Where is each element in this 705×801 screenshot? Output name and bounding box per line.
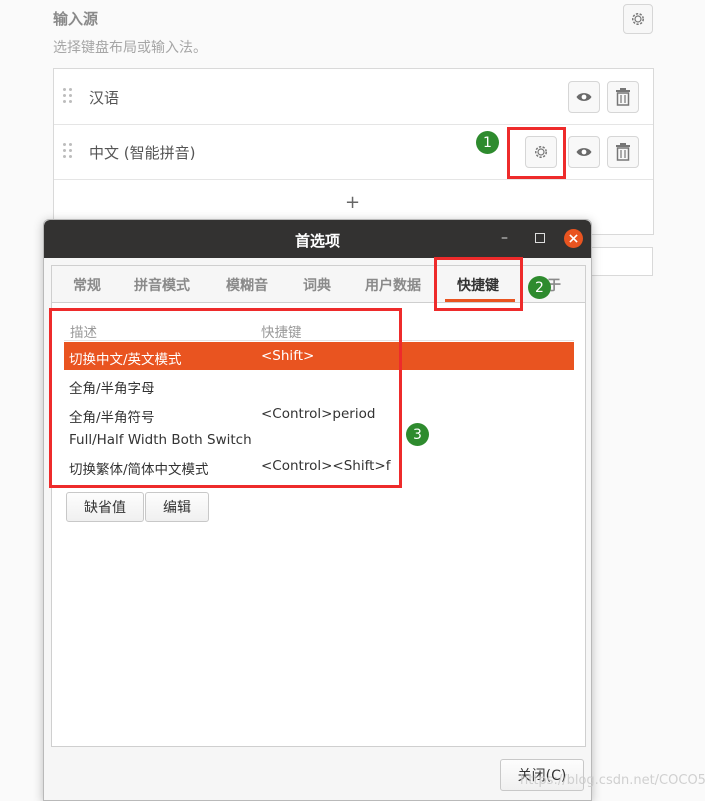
close-window-button[interactable] xyxy=(564,229,583,248)
trash-icon xyxy=(616,143,630,161)
input-source-row-hanyu[interactable]: 汉语 xyxy=(54,69,653,125)
annotation-badge-2: 2 xyxy=(528,276,551,299)
input-sources-subtitle: 选择键盘布局或输入法。 xyxy=(53,40,207,56)
input-source-label: 中文 (智能拼音) xyxy=(89,144,196,162)
input-sources-options-button[interactable] xyxy=(623,4,653,34)
input-sources-title: 输入源 xyxy=(53,10,99,28)
minimize-icon[interactable]: – xyxy=(501,230,508,246)
remove-source-button[interactable] xyxy=(607,81,639,113)
edit-button[interactable]: 编辑 xyxy=(145,492,209,522)
remove-source-button[interactable] xyxy=(607,136,639,168)
close-icon xyxy=(569,234,578,243)
restore-defaults-button[interactable]: 缺省值 xyxy=(66,492,144,522)
dialog-title: 首选项 xyxy=(294,232,340,250)
highlight-box-2 xyxy=(434,257,523,311)
tab-pinyin-mode[interactable]: 拼音模式 xyxy=(134,275,190,295)
eye-icon xyxy=(576,148,592,156)
drag-handle-icon[interactable] xyxy=(63,88,73,104)
dialog-titlebar[interactable]: 首选项 – xyxy=(44,220,591,258)
tab-user-data[interactable]: 用户数据 xyxy=(365,275,421,295)
trash-icon xyxy=(616,88,630,106)
eye-icon xyxy=(576,93,592,101)
annotation-badge-1: 1 xyxy=(476,131,499,154)
highlight-box-3 xyxy=(49,308,402,488)
tab-general[interactable]: 常规 xyxy=(73,275,101,295)
tab-dictionary[interactable]: 词典 xyxy=(303,275,331,295)
watermark: https://blog.csdn.net/COCO56 xyxy=(520,773,705,788)
input-source-label: 汉语 xyxy=(89,89,120,107)
preview-layout-button[interactable] xyxy=(568,136,600,168)
highlight-box-1 xyxy=(507,127,566,179)
tab-fuzzy[interactable]: 模糊音 xyxy=(226,275,268,295)
annotation-badge-3: 3 xyxy=(406,423,429,446)
preview-layout-button[interactable] xyxy=(568,81,600,113)
gear-icon xyxy=(632,13,644,25)
drag-handle-icon[interactable] xyxy=(63,143,73,159)
background-field xyxy=(590,247,653,276)
maximize-icon[interactable] xyxy=(535,233,545,243)
add-input-source-button[interactable]: + xyxy=(345,192,360,213)
